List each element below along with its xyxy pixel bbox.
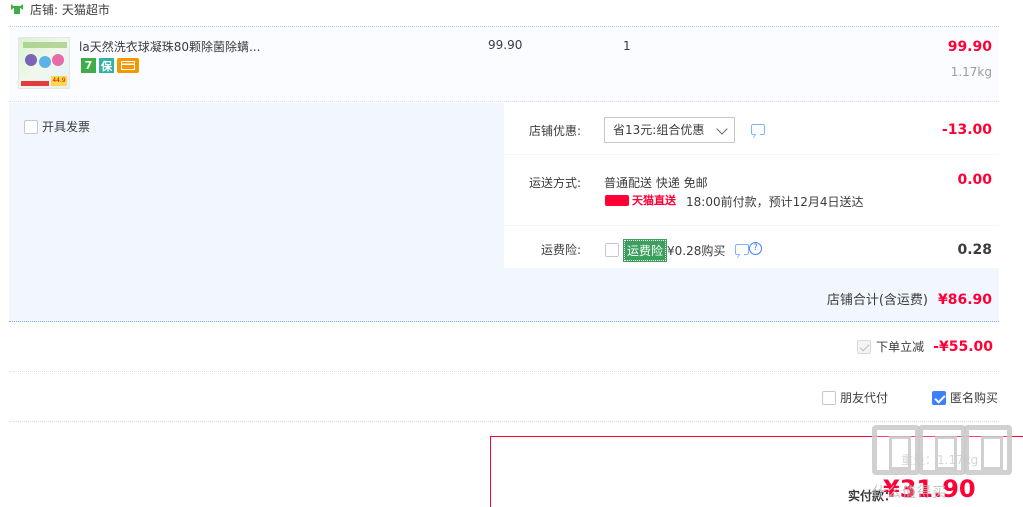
product-title[interactable]: la天然洗衣球凝珠80颗除菌除螨... (79, 38, 260, 55)
coupon-select[interactable]: 省13元:组合优惠 (604, 117, 735, 143)
coupon-amount: -13.00 (941, 122, 992, 138)
service-badges: 7 保 (81, 58, 139, 73)
item-subtotal: 99.90 (947, 39, 992, 55)
insurance-price: ¥0.28购买 (667, 244, 726, 258)
item-weight: 1.17kg (950, 65, 992, 79)
invoice-option[interactable]: 开具发票 (24, 118, 90, 135)
product-thumbnail[interactable]: 44.9 (18, 37, 70, 89)
shipping-method: 普通配送 快递 免邮 (604, 176, 708, 190)
shipping-amount: 0.00 (957, 172, 992, 188)
unit-price: 99.90 (488, 38, 523, 52)
shop-coupon-row: 店铺优惠: 省13元:组合优惠 -13.00 (504, 103, 999, 155)
anonymous-checkbox[interactable] (931, 390, 946, 405)
discount-value: -¥55.00 (933, 338, 993, 355)
chevron-down-icon (716, 123, 728, 135)
insurance-amount: 0.28 (957, 242, 992, 258)
coupon-selected: 省13元:组合优惠 (613, 123, 705, 137)
buy-options-row: 朋友代付 匿名购买 (9, 373, 999, 422)
thumb-price-tag: 44.9 (51, 76, 67, 86)
comment-icon[interactable] (751, 124, 765, 135)
shipping-insurance-row: 运费险: 运费险 ¥0.28购买 ? 0.28 (504, 226, 999, 269)
anonymous-label[interactable]: 匿名购买 (950, 389, 998, 406)
invoice-checkbox[interactable] (24, 119, 38, 134)
options-panel: 店铺优惠: 省13元:组合优惠 -13.00 运送方式: 普通配送 快递 免邮 … (504, 103, 999, 269)
tmall-logo-icon (605, 194, 629, 206)
tmall-shop-icon (11, 4, 23, 14)
watermark-text: 什么值得买 (872, 485, 947, 501)
shop-total: 店铺合计(含运费) ¥86.90 (827, 289, 992, 308)
shop-total-label: 店铺合计(含运费) (826, 293, 928, 308)
friend-pay-checkbox[interactable] (821, 390, 836, 405)
discount-checkbox (857, 339, 872, 354)
insurance-tag: 运费险 (622, 239, 668, 262)
shop-total-value: ¥86.90 (937, 292, 992, 308)
order-discount-row: 下单立减 -¥55.00 (9, 323, 999, 372)
comment-icon[interactable] (735, 244, 749, 255)
order-item-row: 44.9 la天然洗衣球凝珠80颗除菌除螨... 7 保 99.90 1 99.… (9, 27, 999, 102)
insurance-label: 运费险: (540, 243, 581, 257)
insurance-checkbox[interactable] (605, 243, 619, 257)
watermark-logo (872, 425, 1017, 480)
order-options: 开具发票 店铺优惠: 省13元:组合优惠 -13.00 运送方式: 普通配送 快… (9, 103, 999, 322)
invoice-label: 开具发票 (42, 120, 91, 134)
seven-day-return-icon[interactable]: 7 (81, 58, 96, 73)
tmall-direct-badge: 天猫直送 (605, 192, 676, 208)
shipping-label: 运送方式: (528, 176, 581, 190)
tmall-direct-text: 天猫直送 (632, 194, 676, 207)
help-icon[interactable]: ? (749, 242, 762, 255)
guarantee-icon[interactable]: 保 (99, 58, 114, 73)
shop-header: 店铺: 天猫超市 (10, 0, 110, 18)
credit-card-icon[interactable] (117, 58, 139, 73)
friend-pay-label[interactable]: 朋友代付 (840, 389, 888, 406)
coupon-label: 店铺优惠: (528, 124, 581, 138)
shop-name[interactable]: 店铺: 天猫超市 (30, 1, 110, 18)
quantity: 1 (623, 39, 631, 53)
delivery-estimate: 18:00前付款，预计12月4日送达 (686, 195, 864, 209)
discount-label: 下单立减 (876, 340, 925, 354)
shipping-row: 运送方式: 普通配送 快递 免邮 天猫直送 18:00前付款，预计12月4日送达… (504, 155, 999, 226)
